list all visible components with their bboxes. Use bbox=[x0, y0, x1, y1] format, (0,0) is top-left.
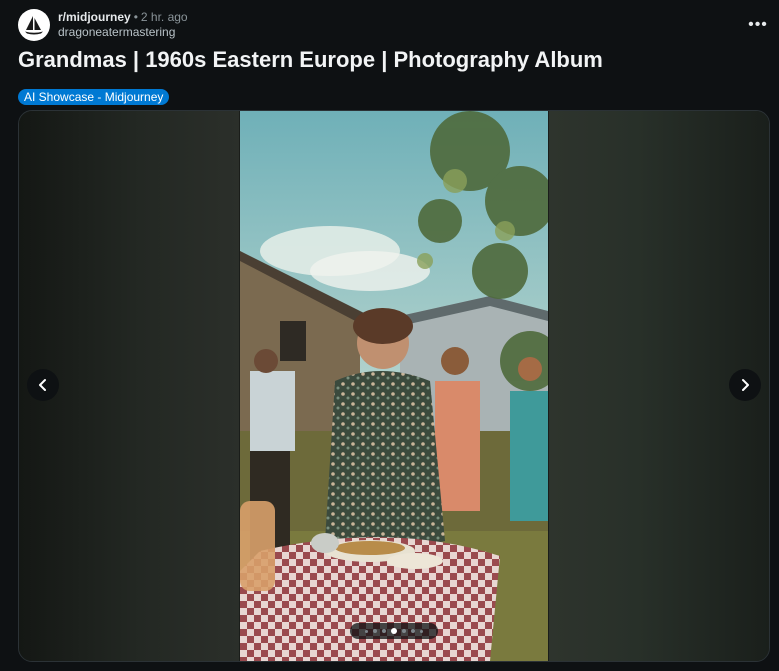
gallery-next-button[interactable] bbox=[729, 369, 761, 401]
pagination-dot[interactable] bbox=[411, 629, 415, 633]
ellipsis-icon: ••• bbox=[748, 16, 768, 33]
meta-separator: • bbox=[133, 10, 138, 24]
sailboat-logo-icon bbox=[25, 16, 43, 35]
pagination-dot[interactable] bbox=[382, 629, 386, 633]
author-link[interactable]: dragoneatermastering bbox=[58, 25, 188, 40]
pagination-dot[interactable] bbox=[420, 629, 423, 633]
post-header: r/midjourney • 2 hr. ago dragoneatermaster… bbox=[18, 9, 770, 43]
post-title[interactable]: Grandmas | 1960s Eastern Europe | Photog… bbox=[18, 46, 603, 74]
chevron-left-icon bbox=[39, 379, 46, 391]
chevron-right-icon bbox=[742, 379, 749, 391]
gallery-image[interactable] bbox=[240, 111, 548, 661]
gallery-pagination bbox=[350, 623, 438, 639]
post-meta: r/midjourney • 2 hr. ago dragoneatermaster… bbox=[58, 10, 188, 40]
pagination-dot[interactable] bbox=[402, 629, 406, 633]
more-options-button[interactable]: ••• bbox=[746, 15, 770, 35]
image-gallery[interactable] bbox=[18, 110, 770, 662]
subreddit-link[interactable]: r/midjourney bbox=[58, 10, 131, 24]
pagination-dot[interactable] bbox=[373, 629, 377, 633]
gallery-prev-button[interactable] bbox=[27, 369, 59, 401]
subreddit-avatar[interactable] bbox=[18, 9, 50, 41]
vintage-garden-photo bbox=[240, 111, 548, 661]
post-time: 2 hr. ago bbox=[140, 10, 188, 24]
pagination-dot[interactable] bbox=[365, 629, 368, 633]
pagination-dot-active[interactable] bbox=[391, 628, 397, 634]
post-flair[interactable]: AI Showcase - Midjourney bbox=[18, 89, 170, 105]
